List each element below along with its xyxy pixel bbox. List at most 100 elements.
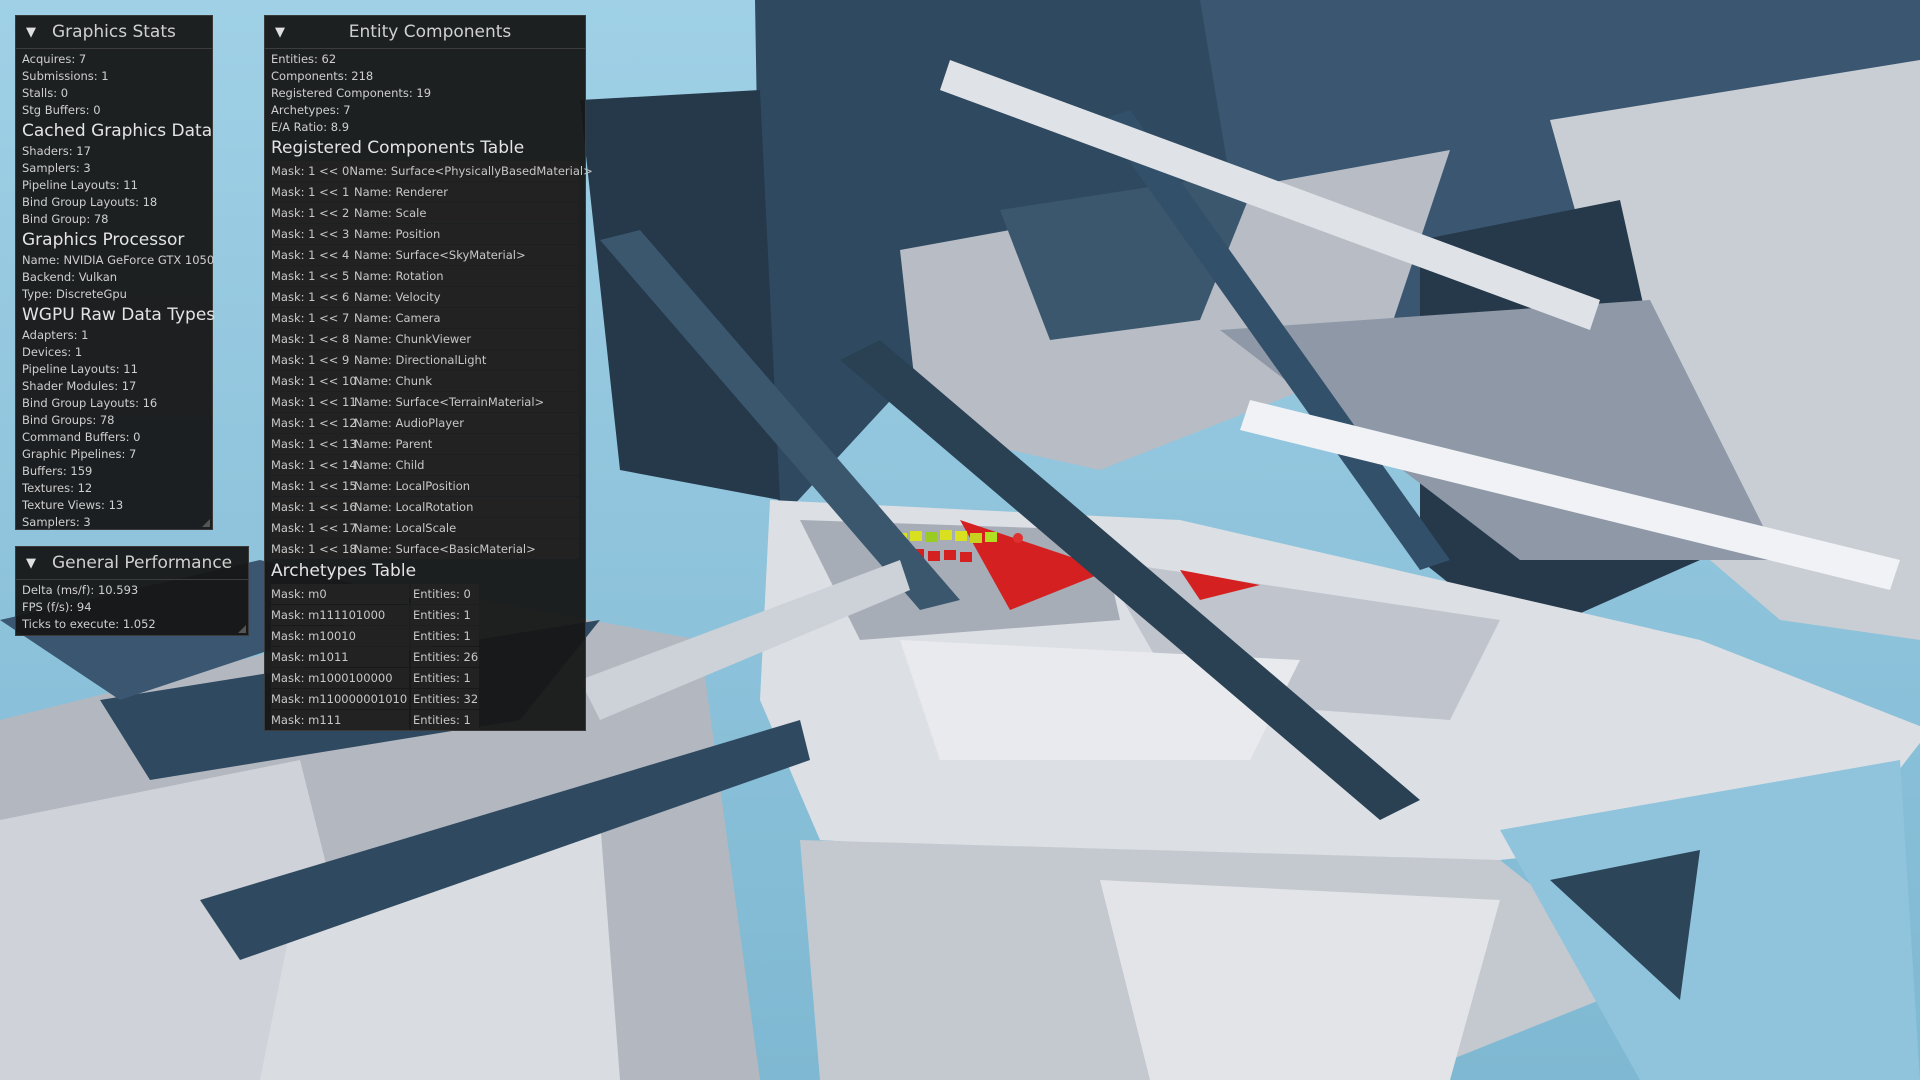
mask-cell: Mask: 1 << 10 — [271, 374, 357, 388]
table-row: Mask: 1 << 14 Name: Child — [271, 455, 579, 475]
graphics-stats-window[interactable]: ▼ Graphics Stats Acquires: 7 Submissions… — [15, 15, 215, 530]
name-cell: Name: Renderer — [354, 185, 448, 199]
mask-cell: Mask: 1 << 5 — [271, 269, 350, 283]
table-row: Mask: 1 << 9 Name: DirectionalLight — [271, 350, 579, 370]
resize-grip-icon[interactable] — [202, 519, 210, 527]
name-cell: Name: DirectionalLight — [354, 353, 487, 367]
resize-grip-icon[interactable] — [238, 625, 246, 633]
table-row: Mask: m111 Entities: 1 — [271, 710, 579, 730]
triangle-down-icon[interactable]: ▼ — [26, 25, 52, 40]
summary-line: Archetypes: 7 — [271, 103, 351, 117]
stat-line: Samplers: 3 — [22, 515, 91, 529]
mask-cell: Mask: 1 << 12 — [271, 416, 357, 430]
table-row: Mask: 1 << 10 Name: Chunk — [271, 371, 579, 391]
table-row: Mask: 1 << 6 Name: Velocity — [271, 287, 579, 307]
mask-cell: Mask: 1 << 17 — [271, 521, 357, 535]
mask-cell: Mask: 1 << 7 — [271, 311, 350, 325]
mask-cell: Mask: 1 << 8 — [271, 332, 350, 346]
mask-cell: Mask: 1 << 6 — [271, 290, 350, 304]
section-header: Graphics Processor — [22, 230, 185, 250]
table-row: Mask: 1 << 16 Name: LocalRotation — [271, 497, 579, 517]
table-row: Mask: 1 << 5 Name: Rotation — [271, 266, 579, 286]
table-row: Mask: 1 << 15 Name: LocalPosition — [271, 476, 579, 496]
entities-cell: Entities: 32 — [411, 689, 479, 709]
name-cell: Name: ChunkViewer — [354, 332, 472, 346]
perf-line: Ticks to execute: 1.052 — [22, 617, 156, 631]
perf-line: FPS (f/s): 94 — [22, 600, 92, 614]
mask-cell: Mask: 1 << 0 — [271, 164, 350, 178]
triangle-down-icon[interactable]: ▼ — [26, 556, 52, 571]
mask-cell: Mask: m0 — [271, 584, 409, 604]
mask-cell: Mask: m111101000 — [271, 605, 409, 625]
name-cell: Name: Child — [354, 458, 425, 472]
name-cell: Name: LocalRotation — [354, 500, 474, 514]
mask-cell: Mask: m110000001010 — [271, 689, 409, 709]
graphics-stats-title-bar[interactable]: ▼ Graphics Stats — [16, 16, 212, 49]
mask-cell: Mask: m1000100000 — [271, 668, 409, 688]
stat-line: Samplers: 3 — [22, 161, 91, 175]
entities-cell: Entities: 26 — [411, 647, 479, 667]
stat-line: Command Buffers: 0 — [22, 430, 141, 444]
name-cell: Name: Rotation — [354, 269, 444, 283]
mask-cell: Mask: 1 << 11 — [271, 395, 357, 409]
table-row: Mask: m0 Entities: 0 — [271, 584, 579, 604]
table-row: Mask: 1 << 0 Name: Surface<PhysicallyBase… — [271, 161, 593, 181]
table-row: Mask: 1 << 17 Name: LocalScale — [271, 518, 579, 538]
name-cell: Name: Surface<SkyMaterial> — [354, 248, 526, 262]
name-cell: Name: Parent — [354, 437, 433, 451]
entities-cell: Entities: 1 — [411, 710, 479, 730]
table-row: Mask: 1 << 12 Name: AudioPlayer — [271, 413, 579, 433]
stat-line: Stg Buffers: 0 — [22, 103, 101, 117]
stat-line: Submissions: 1 — [22, 69, 109, 83]
stat-line: Acquires: 7 — [22, 52, 87, 66]
name-cell: Name: Surface<TerrainMaterial> — [354, 395, 545, 409]
mask-cell: Mask: m111 — [271, 710, 409, 730]
stat-line: Type: DiscreteGpu — [22, 287, 127, 301]
general-performance-title-bar[interactable]: ▼ General Performance — [16, 547, 248, 580]
mask-cell: Mask: 1 << 16 — [271, 500, 357, 514]
registered-components-table: Mask: 1 << 0 Name: Surface<PhysicallyBase… — [271, 161, 593, 559]
section-header: Cached Graphics Data — [22, 121, 213, 141]
table-row: Mask: 1 << 8 Name: ChunkViewer — [271, 329, 579, 349]
stat-line: Devices: 1 — [22, 345, 83, 359]
name-cell: Name: Surface<PhysicallyBasedMaterial> — [349, 164, 593, 178]
section-header: Archetypes Table — [271, 561, 417, 581]
summary-line: Registered Components: 19 — [271, 86, 432, 100]
perf-line: Delta (ms/f): 10.593 — [22, 583, 139, 597]
archetypes-table: Mask: m0 Entities: 0 Mask: m111101000 Enti… — [271, 584, 579, 730]
triangle-down-icon[interactable]: ▼ — [275, 25, 301, 40]
stat-line: Shaders: 17 — [22, 144, 91, 158]
stat-line: Textures: 12 — [22, 481, 93, 495]
general-performance-window[interactable]: ▼ General Performance Delta (ms/f): 10.5… — [15, 546, 249, 636]
table-row: Mask: m110000001010 Entities: 32 — [271, 689, 579, 709]
name-cell: Name: AudioPlayer — [354, 416, 464, 430]
summary-line: E/A Ratio: 8.9 — [271, 120, 350, 134]
window-title: Entity Components — [348, 22, 512, 42]
mask-cell: Mask: 1 << 4 — [271, 248, 350, 262]
table-row: Mask: 1 << 11 Name: Surface<TerrainMateri… — [271, 392, 579, 412]
stat-line: Stalls: 0 — [22, 86, 69, 100]
entity-components-title-bar[interactable]: ▼ Entity Components — [265, 16, 585, 49]
table-row: Mask: 1 << 13 Name: Parent — [271, 434, 579, 454]
mask-cell: Mask: 1 << 2 — [271, 206, 350, 220]
stat-line: Texture Views: 13 — [22, 498, 124, 512]
table-row: Mask: m10010 Entities: 1 — [271, 626, 579, 646]
entities-cell: Entities: 0 — [411, 584, 479, 604]
mask-cell: Mask: 1 << 1 — [271, 185, 350, 199]
table-row: Mask: 1 << 4 Name: Surface<SkyMaterial> — [271, 245, 579, 265]
table-row: Mask: 1 << 2 Name: Scale — [271, 203, 579, 223]
name-cell: Name: Chunk — [354, 374, 433, 388]
entity-components-window[interactable]: ▼ Entity Components Entities: 62 Compone… — [264, 15, 593, 731]
table-row: Mask: 1 << 1 Name: Renderer — [271, 182, 579, 202]
stat-line: Name: NVIDIA GeForce GTX 1050 — [22, 253, 215, 267]
mask-cell: Mask: 1 << 18 — [271, 542, 357, 556]
mask-cell: Mask: m1011 — [271, 647, 409, 667]
name-cell: Name: Surface<BasicMaterial> — [354, 542, 536, 556]
name-cell: Name: Scale — [354, 206, 427, 220]
mask-cell: Mask: 1 << 15 — [271, 479, 357, 493]
table-row: Mask: 1 << 3 Name: Position — [271, 224, 579, 244]
mask-cell: Mask: 1 << 3 — [271, 227, 350, 241]
name-cell: Name: LocalScale — [354, 521, 457, 535]
stat-line: Adapters: 1 — [22, 328, 89, 342]
table-row: Mask: 1 << 7 Name: Camera — [271, 308, 579, 328]
